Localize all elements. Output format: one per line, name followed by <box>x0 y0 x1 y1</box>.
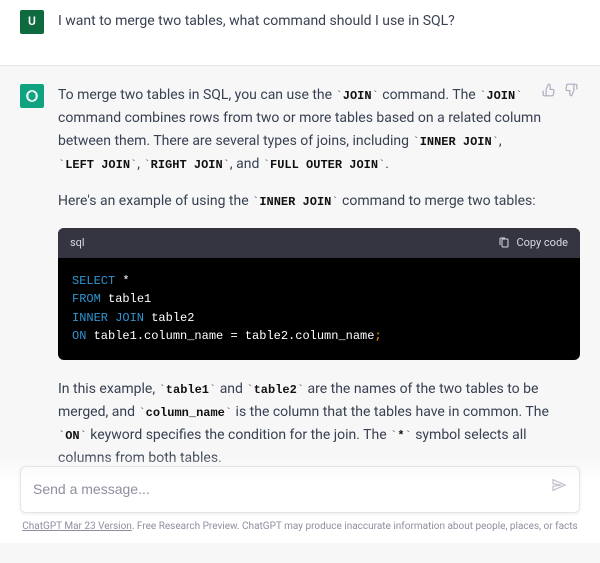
user-message: I want to merge two tables, what command… <box>58 10 580 47</box>
text: is the column that the tables have in co… <box>232 404 549 420</box>
code-token: * <box>115 274 129 288</box>
inline-code: INNER JOIN <box>252 195 338 209</box>
user-avatar: U <box>20 10 44 34</box>
text: Here's an example of using the <box>58 193 252 209</box>
text: , <box>499 133 502 149</box>
code-token: ON <box>72 329 86 343</box>
code-token: table2 <box>144 311 194 325</box>
user-text: I want to merge two tables, what command… <box>58 10 580 33</box>
code-block: sql Copy code SELECT * FROM table1 INNER… <box>58 228 580 361</box>
text: command to merge two tables: <box>339 193 536 209</box>
text: and <box>216 381 246 397</box>
inline-code: ON <box>58 429 87 443</box>
send-button[interactable] <box>551 477 567 501</box>
code-block-header: sql Copy code <box>58 228 580 258</box>
code-token: ; <box>374 329 381 343</box>
text: keyword specifies the condition for the … <box>87 427 390 443</box>
composer: ChatGPT Mar 23 Version. Free Research Pr… <box>0 454 600 543</box>
assistant-paragraph-1: To merge two tables in SQL, you can use … <box>58 84 580 176</box>
text: To merge two tables in SQL, you can use … <box>58 87 336 103</box>
send-icon <box>551 477 567 493</box>
inline-code: * <box>390 429 412 443</box>
clipboard-icon <box>498 237 510 249</box>
message-input-container[interactable] <box>20 466 580 512</box>
copy-code-label: Copy code <box>516 234 568 252</box>
user-message-row: U I want to merge two tables, what comma… <box>0 10 600 65</box>
inline-code: LEFT JOIN <box>58 158 137 172</box>
copy-code-button[interactable]: Copy code <box>498 234 568 252</box>
code-language-label: sql <box>70 234 85 252</box>
code-token: INNER JOIN <box>72 311 144 325</box>
text: . <box>385 156 389 172</box>
inline-code: INNER JOIN <box>412 135 498 149</box>
code-content: SELECT * FROM table1 INNER JOIN table2 O… <box>58 258 580 360</box>
code-token: = <box>230 329 237 343</box>
assistant-logo-icon <box>24 88 40 104</box>
footer-note: ChatGPT Mar 23 Version. Free Research Pr… <box>20 519 580 536</box>
inline-code: table2 <box>246 383 304 397</box>
inline-code: FULL OUTER JOIN <box>263 158 385 172</box>
inline-code: JOIN <box>479 89 522 103</box>
thumbs-down-icon[interactable] <box>564 82 578 105</box>
message-input[interactable] <box>33 481 551 497</box>
inline-code: RIGHT JOIN <box>143 158 229 172</box>
feedback-buttons <box>542 82 578 105</box>
assistant-paragraph-2: Here's an example of using the INNER JOI… <box>58 190 580 213</box>
text: , and <box>230 156 263 172</box>
text: In this example, <box>58 381 159 397</box>
inline-code: column_name <box>138 406 232 420</box>
code-token: SELECT <box>72 274 115 288</box>
inline-code: table1 <box>159 383 217 397</box>
code-token: table1 <box>101 292 151 306</box>
code-token: table2.column_name <box>238 329 375 343</box>
version-link[interactable]: ChatGPT Mar 23 Version <box>22 521 132 532</box>
footer-text: . Free Research Preview. ChatGPT may pro… <box>132 521 578 532</box>
text: command. The <box>379 87 479 103</box>
code-token: table1.column_name <box>86 329 230 343</box>
inline-code: JOIN <box>336 89 379 103</box>
code-token: FROM <box>72 292 101 306</box>
thumbs-up-icon[interactable] <box>542 82 556 105</box>
assistant-avatar <box>20 84 44 108</box>
